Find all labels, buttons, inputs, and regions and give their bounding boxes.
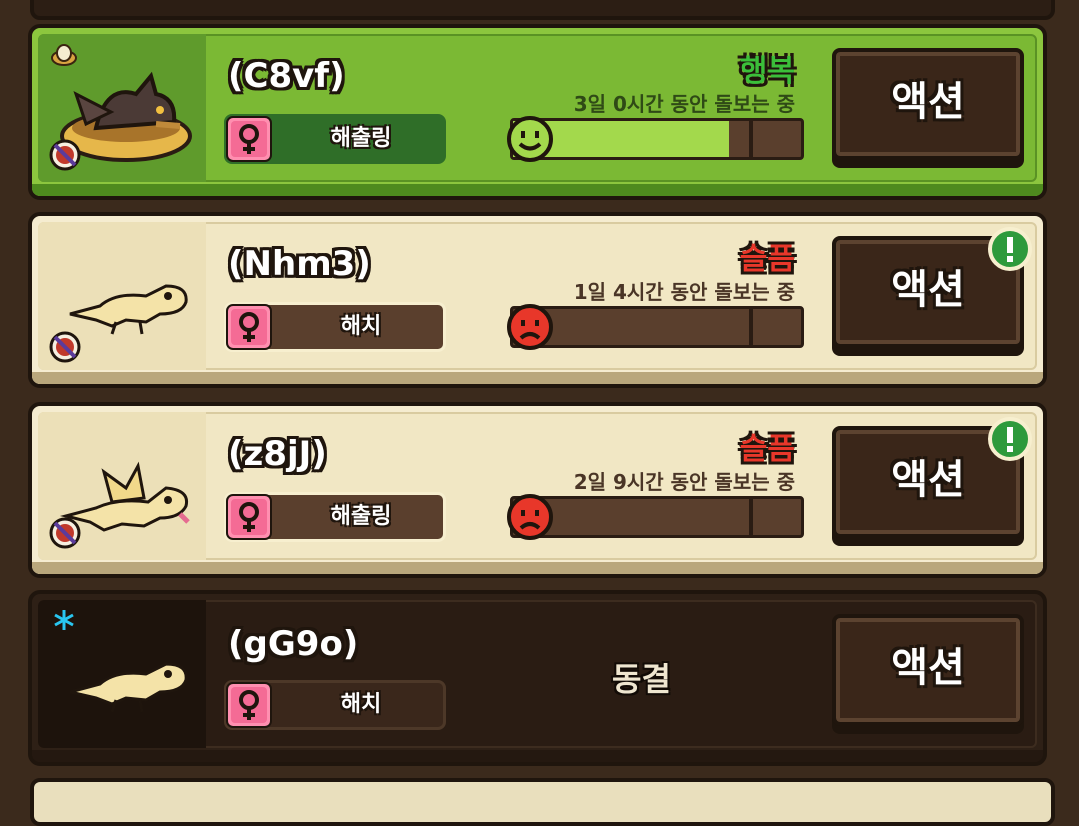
bar-divider xyxy=(749,499,753,535)
happiness-bar xyxy=(510,118,804,160)
pet-portrait[interactable] xyxy=(38,34,206,182)
pet-portrait[interactable] xyxy=(38,222,206,370)
mood-label: 슬픔 xyxy=(739,432,795,467)
care-duration: 2일 9시간 동안 돌보는 중 xyxy=(573,470,795,494)
stage-badge: 해치 xyxy=(224,680,446,730)
mood-label: 행복 xyxy=(739,54,795,89)
mood-label: 슬픔 xyxy=(739,242,795,277)
female-icon xyxy=(226,116,272,162)
stage-label: 해치 xyxy=(340,692,382,717)
stage-badge: 해치 xyxy=(224,302,446,352)
care-duration: 1일 4시간 동안 돌보는 중 xyxy=(573,280,795,304)
female-icon xyxy=(226,682,272,728)
pet-card-c8vf[interactable]: (C8vf) 해출링 행복 3일 0시간 동안 돌보는 중 액션 xyxy=(28,24,1047,200)
pet-card-z8jj[interactable]: (z8jJ) 해출링 슬픔 2일 9시간 동안 돌보는 중 액션 xyxy=(28,402,1047,578)
stage-badge: 해출링 xyxy=(224,114,446,164)
stage-badge: 해출링 xyxy=(224,492,446,542)
happiness-bar xyxy=(510,496,804,538)
sad-face-icon xyxy=(507,494,553,540)
exclamation-icon xyxy=(988,417,1032,461)
pet-portrait[interactable] xyxy=(38,412,206,560)
lizard-sprite xyxy=(69,662,188,713)
happiness-bar xyxy=(510,306,804,348)
happy-face-icon xyxy=(507,116,553,162)
pet-card-nhm3[interactable]: (Nhm3) 해치 슬픔 1일 4시간 동안 돌보는 중 액션 xyxy=(28,212,1047,388)
card-shadow xyxy=(32,372,1043,384)
bar-divider xyxy=(749,309,753,345)
stage-label: 해치 xyxy=(340,314,382,339)
no-food-icon xyxy=(49,331,81,363)
card-shadow xyxy=(32,184,1043,196)
no-food-icon xyxy=(49,139,81,171)
frozen-status: 동결 xyxy=(612,660,671,698)
action-button[interactable]: 액션 xyxy=(832,614,1024,726)
exclamation-icon xyxy=(988,227,1032,271)
card-shadow xyxy=(32,750,1043,762)
pet-name: (z8jJ) xyxy=(228,434,327,474)
pet-name: (C8vf) xyxy=(228,56,345,96)
no-food-icon xyxy=(49,517,81,549)
care-duration: 3일 0시간 동안 돌보는 중 xyxy=(573,92,795,116)
card-shadow xyxy=(32,562,1043,574)
action-button[interactable]: 액션 xyxy=(832,48,1024,160)
previous-card-edge xyxy=(30,0,1055,20)
pet-card-gg9o[interactable]: (gG9o) 해치 동결 액션 xyxy=(28,590,1047,766)
female-icon xyxy=(226,304,272,350)
next-card-edge xyxy=(30,778,1055,826)
bar-divider xyxy=(749,121,753,157)
pet-name: (Nhm3) xyxy=(228,244,371,284)
pet-portrait[interactable] xyxy=(38,600,206,748)
sad-face-icon xyxy=(507,304,553,350)
pet-name: (gG9o) xyxy=(228,624,359,664)
stage-label: 해출링 xyxy=(330,126,392,151)
stage-label: 해출링 xyxy=(330,504,392,529)
female-icon xyxy=(226,494,272,540)
